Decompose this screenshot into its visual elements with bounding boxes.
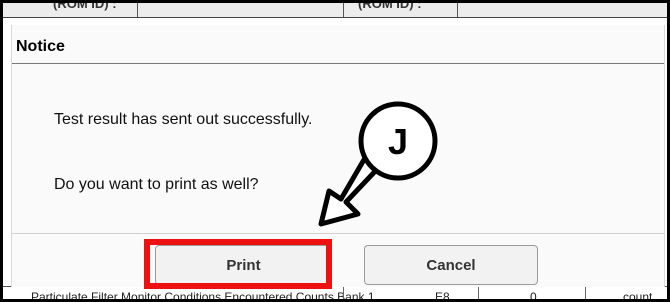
callout-annotation: J <box>318 101 438 227</box>
callout-letter: J <box>388 121 408 162</box>
screenshot-frame: (ROM ID) : (ROM ID) : Particulate Filter… <box>0 0 670 302</box>
